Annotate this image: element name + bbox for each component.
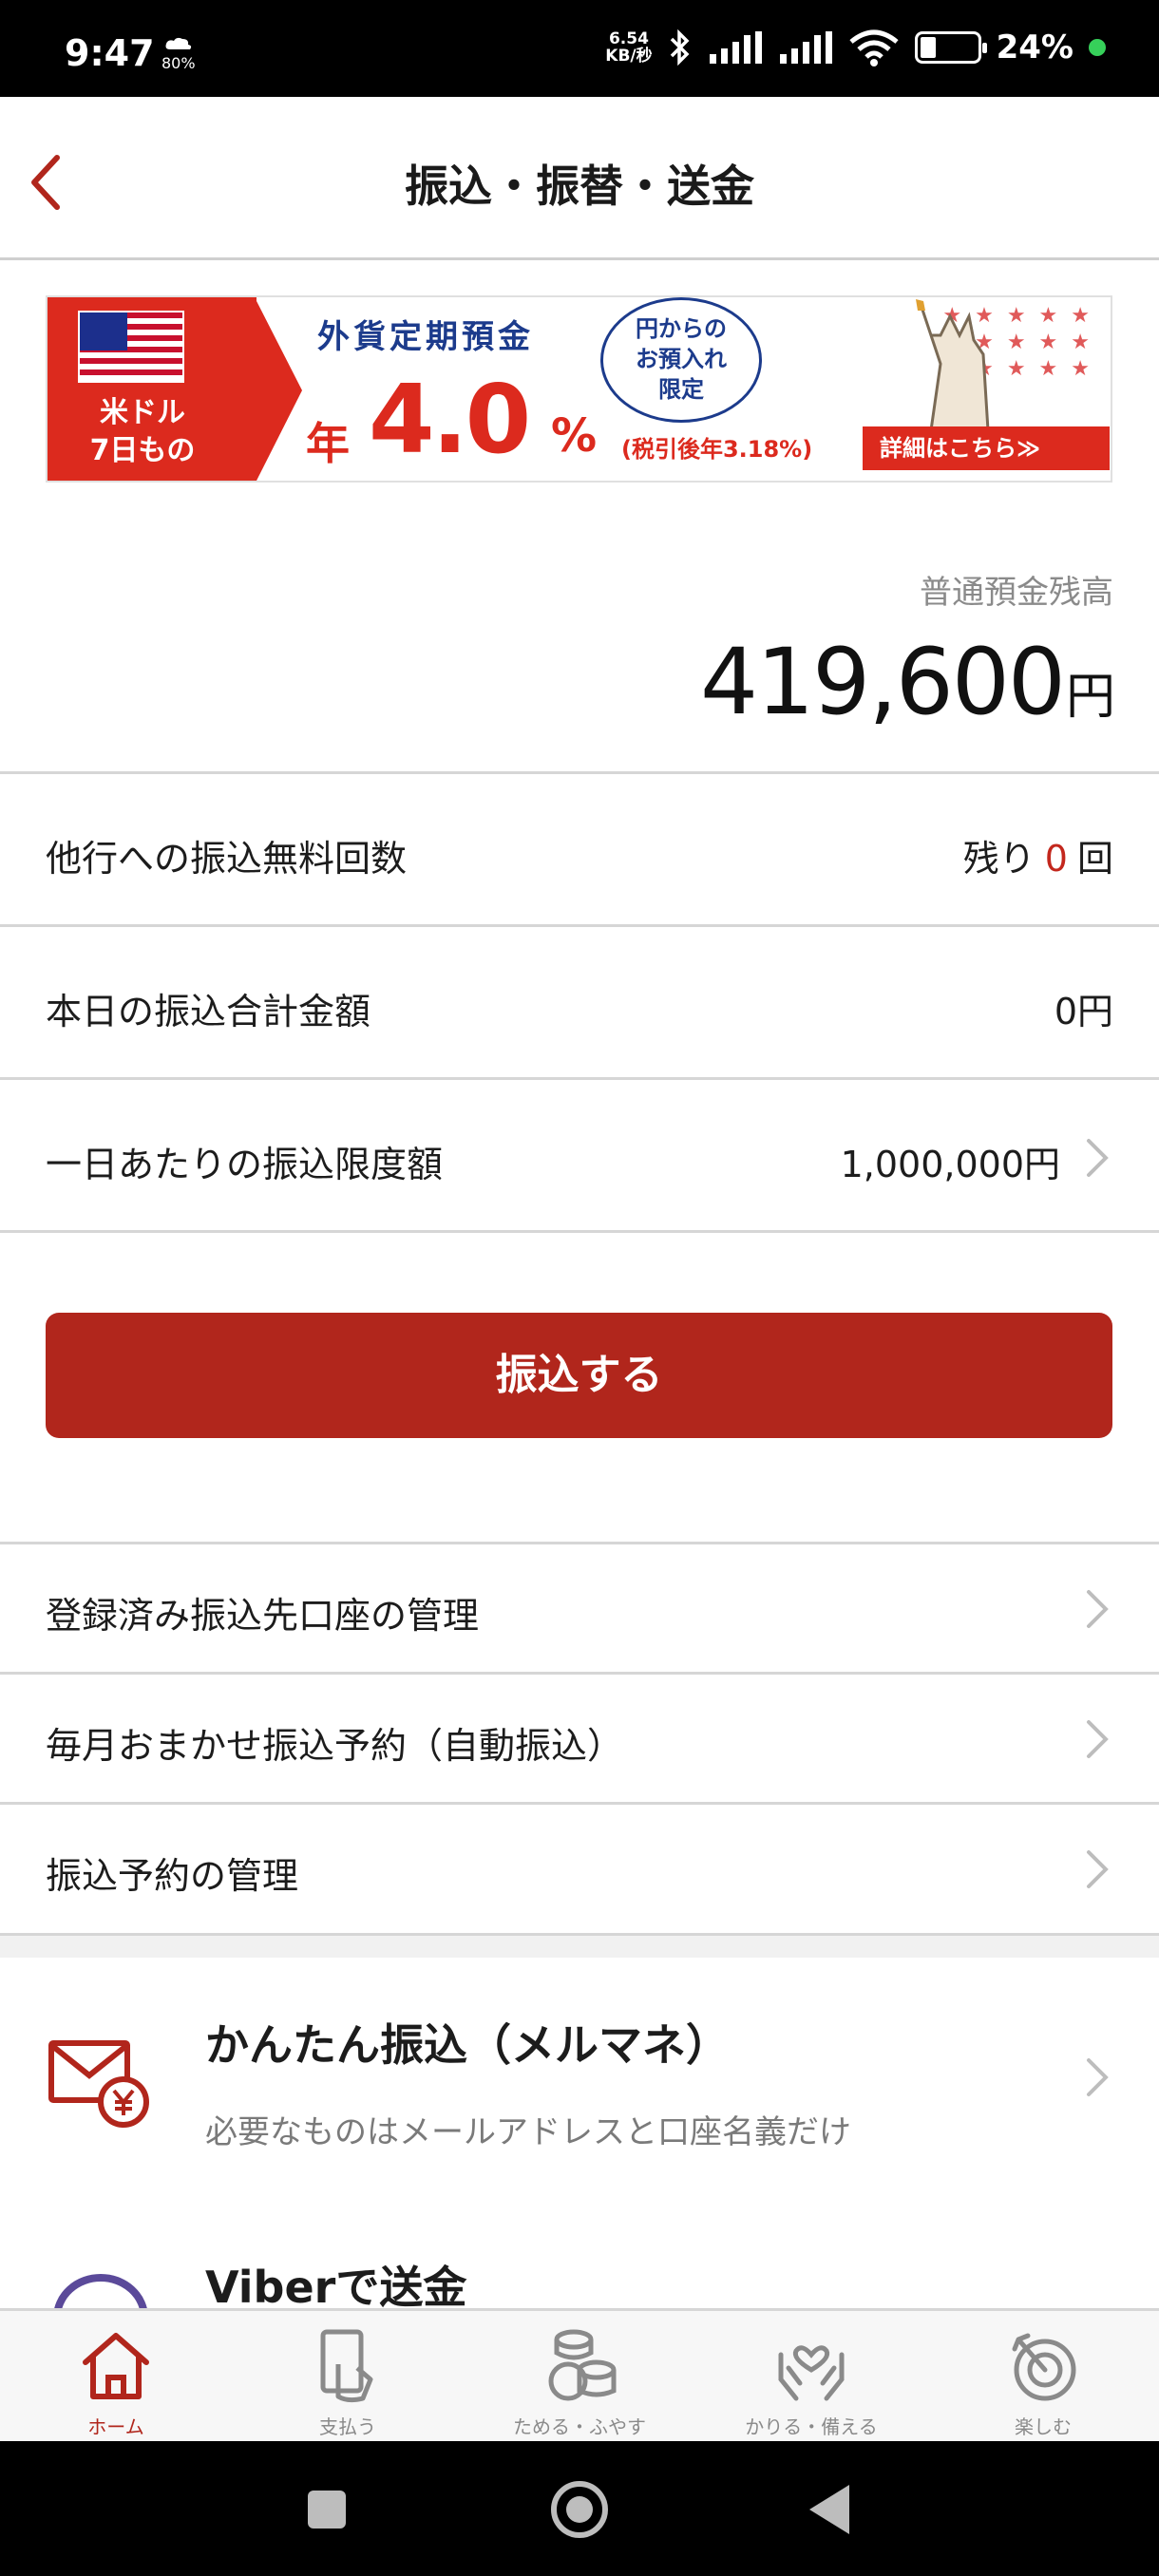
status-right-group: 6.54 KB/秒 24%	[605, 28, 1106, 66]
free-transfer-value: 残り 0 回	[963, 829, 1113, 881]
section-divider	[0, 1933, 1159, 1958]
bluetooth-icon	[670, 29, 690, 66]
signal-icon-1	[709, 31, 762, 64]
bubble-line1: 円からの	[636, 315, 727, 342]
privacy-dot-icon	[1089, 39, 1106, 56]
nav-pay[interactable]: 支払う	[232, 2311, 464, 2444]
mailmane-title: かんたん振込（メルマネ）	[205, 2019, 730, 2071]
chevron-right-icon	[1087, 1590, 1109, 1628]
pay-icon	[320, 2329, 373, 2403]
target-icon	[1012, 2333, 1076, 2401]
monthly-auto-transfer-row[interactable]: 毎月おまかせ振込予約（自動振込）	[0, 1672, 1159, 1802]
chevron-right-icon	[1087, 1850, 1109, 1888]
status-time: 9:47	[65, 32, 155, 74]
bubble-line2: お預入れ	[636, 346, 727, 372]
home-icon	[83, 2333, 149, 2399]
banner-left-line2: 7日もの	[89, 434, 196, 467]
banner-rate-unit: %	[551, 409, 598, 463]
nav-borrow[interactable]: かりる・備える	[695, 2311, 927, 2444]
banner-detail-button[interactable]: 詳細はこちら≫	[863, 426, 1110, 470]
transfer-button[interactable]: 振込する	[46, 1313, 1112, 1438]
mail-yen-icon	[48, 2040, 149, 2128]
banner-left-line1: 米ドル	[100, 396, 185, 429]
recent-apps-button[interactable]	[308, 2491, 346, 2529]
nav-save-label: ためる・ふやす	[513, 2415, 646, 2438]
nav-enjoy[interactable]: 楽しむ	[927, 2311, 1159, 2444]
wifi-icon	[849, 29, 899, 66]
balance-amount: 419,600円	[700, 629, 1115, 735]
nav-pay-label: 支払う	[319, 2415, 376, 2438]
nav-borrow-label: かりる・備える	[745, 2415, 878, 2438]
mailmane-card[interactable]: かんたん振込（メルマネ） 必要なものはメールアドレスと口座名義だけ	[0, 1958, 1159, 2167]
banner-currency-label: 米ドル 7日もの	[48, 394, 238, 470]
balance-unit: 円	[1065, 669, 1115, 726]
chevron-right-icon	[1087, 1720, 1109, 1758]
chevron-right-icon	[1087, 1139, 1109, 1177]
banner-tax-note: (税引後年3.18%)	[621, 436, 813, 463]
chevron-right-icon	[1087, 2058, 1109, 2096]
statue-of-liberty-icon	[916, 299, 990, 430]
transfer-reservations-label: 振込予約の管理	[46, 1855, 299, 1897]
today-total-row: 本日の振込合計金額 0円	[0, 924, 1159, 1077]
banner-speech-bubble: 円からの お預入れ 限定	[600, 297, 762, 423]
monthly-auto-transfer-label: 毎月おまかせ振込予約（自動振込）	[46, 1725, 624, 1767]
free-transfer-label: 他行への振込無料回数	[46, 838, 408, 880]
today-total-value: 0円	[1054, 991, 1113, 1032]
banner-heading: 外貨定期預金	[317, 318, 534, 356]
banner-rate: 4.0	[369, 364, 531, 475]
viber-card[interactable]: Viberで送金	[0, 2204, 1159, 2308]
free-transfer-count: 0	[1044, 838, 1068, 880]
nav-save[interactable]: ためる・ふやす	[464, 2311, 695, 2444]
status-bar: 9:47 80% 6.54 KB/秒 24%	[0, 0, 1159, 97]
mailmane-subtitle: 必要なものはメールアドレスと口座名義だけ	[205, 2113, 851, 2151]
system-nav-bar	[0, 2441, 1159, 2576]
viber-title: Viberで送金	[205, 2262, 467, 2308]
registered-accounts-row[interactable]: 登録済み振込先口座の管理	[0, 1542, 1159, 1672]
signal-icon-2	[779, 31, 832, 64]
banner-rate-prefix: 年	[306, 418, 350, 469]
cloud-glyph-icon	[165, 37, 191, 49]
nav-home-label: ホーム	[87, 2415, 144, 2438]
system-home-button[interactable]	[551, 2481, 608, 2538]
hands-heart-icon	[778, 2345, 845, 2401]
battery-icon	[914, 31, 987, 64]
net-speed: 6.54 KB/秒	[605, 30, 652, 65]
registered-accounts-label: 登録済み振込先口座の管理	[46, 1595, 480, 1637]
free-transfer-prefix: 残り	[962, 838, 1036, 880]
viber-icon	[54, 2274, 147, 2308]
bottom-nav: ホーム 支払う ためる・ふやす かりる・備える 楽しむ	[0, 2308, 1159, 2441]
banner-arrow-shape	[255, 297, 302, 481]
system-back-button[interactable]	[809, 2485, 849, 2534]
daily-limit-value: 1,000,000円	[840, 1144, 1060, 1185]
coins-icon	[548, 2329, 617, 2401]
bubble-line3: 限定	[658, 376, 704, 403]
page-title: 振込・振替・送金	[405, 161, 754, 212]
promo-banner[interactable]: 米ドル 7日もの 外貨定期預金 年 4.0 % 円からの お預入れ 限定 (税引…	[46, 295, 1112, 483]
daily-limit-label: 一日あたりの振込限度額	[46, 1144, 444, 1185]
net-speed-unit: KB/秒	[605, 47, 653, 66]
transfer-reservations-row[interactable]: 振込予約の管理	[0, 1802, 1159, 1932]
battery-percent: 24%	[996, 28, 1074, 66]
cloud-percent: 80%	[162, 54, 196, 72]
banner-left-panel: 米ドル 7日もの	[48, 297, 256, 481]
net-speed-value: 6.54	[608, 29, 649, 48]
daily-limit-row[interactable]: 一日あたりの振込限度額 1,000,000円	[0, 1077, 1159, 1233]
balance-number: 419,600	[700, 629, 1066, 735]
nav-home[interactable]: ホーム	[0, 2311, 232, 2444]
app-header: 振込・振替・送金	[0, 97, 1159, 260]
balance-label: 普通預金残高	[920, 574, 1113, 612]
free-transfer-suffix: 回	[1076, 838, 1113, 880]
today-total-label: 本日の振込合計金額	[46, 991, 371, 1032]
nav-enjoy-label: 楽しむ	[1015, 2415, 1072, 2438]
free-transfer-count-row: 他行への振込無料回数 残り 0 回	[0, 771, 1159, 924]
us-flag-icon	[78, 311, 184, 383]
cloud-icon: 80%	[162, 36, 196, 72]
